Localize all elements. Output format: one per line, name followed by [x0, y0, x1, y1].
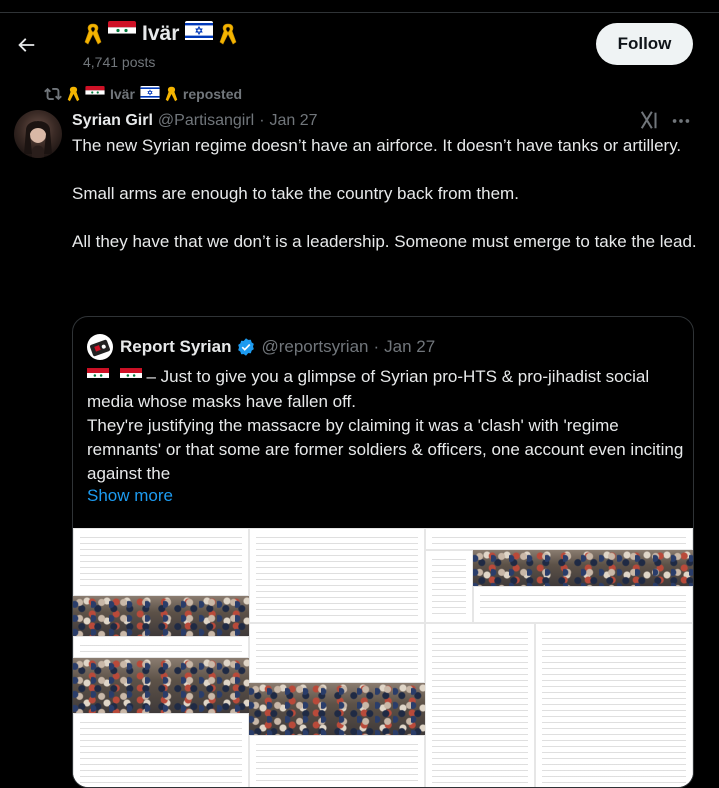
quote-author-handle: @reportsyrian [261, 337, 369, 356]
screenshot-tile [425, 550, 473, 623]
quoted-tweet-card[interactable]: Report Syrian @reportsyrian · Jan 27 – J… [72, 316, 694, 788]
back-button[interactable] [10, 29, 42, 61]
screenshot-tile [249, 623, 425, 683]
quote-media-image[interactable] [73, 528, 693, 787]
author-avatar-image [24, 121, 52, 158]
profile-display-name: Ivär [84, 21, 237, 46]
screenshot-tile [425, 528, 693, 550]
author-handle[interactable]: @Partisangirl [158, 112, 254, 130]
tweet-date[interactable]: Jan 27 [270, 112, 318, 130]
yellow-ribbon-icon [165, 86, 178, 102]
separator-dot: · [373, 337, 380, 356]
yellow-ribbon-icon [84, 23, 102, 44]
repost-context[interactable]: Ivär reposted [44, 84, 242, 104]
posts-count: 4,741 posts [83, 54, 156, 70]
quote-author-line: Report Syrian @reportsyrian · Jan 27 [87, 334, 436, 360]
screenshot-tile [249, 528, 425, 623]
arrow-left-icon [18, 38, 35, 52]
quote-author-avatar [87, 334, 113, 360]
top-divider [0, 0, 719, 13]
crowd-photo [473, 550, 693, 586]
israel-flag-icon [185, 21, 214, 46]
syria-flag-icon [119, 366, 142, 390]
quote-body: – Just to give you a glimpse of Syrian p… [87, 367, 684, 483]
show-more-link[interactable]: Show more [87, 486, 173, 506]
quote-date: Jan 27 [384, 337, 436, 356]
israel-flag-icon [140, 86, 160, 102]
follow-button[interactable]: Follow [596, 23, 693, 65]
screenshot-tile [73, 636, 249, 658]
tweet-text: The new Syrian regime doesn’t have an ai… [72, 136, 697, 251]
syria-flag-icon [108, 21, 136, 46]
syria-flag-icon [85, 86, 105, 102]
quote-text: – Just to give you a glimpse of Syrian p… [87, 365, 687, 486]
more-options-icon[interactable] [670, 110, 692, 137]
syria-flag-icon [87, 366, 109, 390]
verified-badge-icon [238, 338, 255, 356]
screenshot-tile [73, 528, 249, 596]
repost-label: reposted [182, 86, 243, 102]
screenshot-tile [473, 586, 693, 623]
crowd-photo [73, 658, 249, 713]
author-avatar[interactable] [14, 110, 62, 158]
grok-icon[interactable] [639, 109, 661, 136]
crowd-photo [249, 683, 425, 735]
quote-author-name: Report Syrian [120, 337, 232, 356]
separator-dot: · [259, 112, 265, 129]
tweet-author-line: Syrian Girl @Partisangirl · Jan 27 [72, 110, 318, 132]
screenshot-tile [535, 623, 693, 787]
repost-icon [44, 87, 62, 101]
profile-header: Ivär 4,741 posts Follow [0, 13, 719, 73]
yellow-ribbon-icon [220, 23, 237, 44]
yellow-ribbon-icon [67, 86, 80, 102]
author-name[interactable]: Syrian Girl [72, 112, 153, 130]
screenshot-tile [73, 713, 249, 787]
display-name-text: Ivär [142, 21, 180, 45]
reposter-name: Ivär [110, 86, 135, 102]
screenshot-tile [249, 735, 425, 787]
screenshot-tile [425, 623, 535, 787]
crowd-photo [73, 596, 249, 636]
